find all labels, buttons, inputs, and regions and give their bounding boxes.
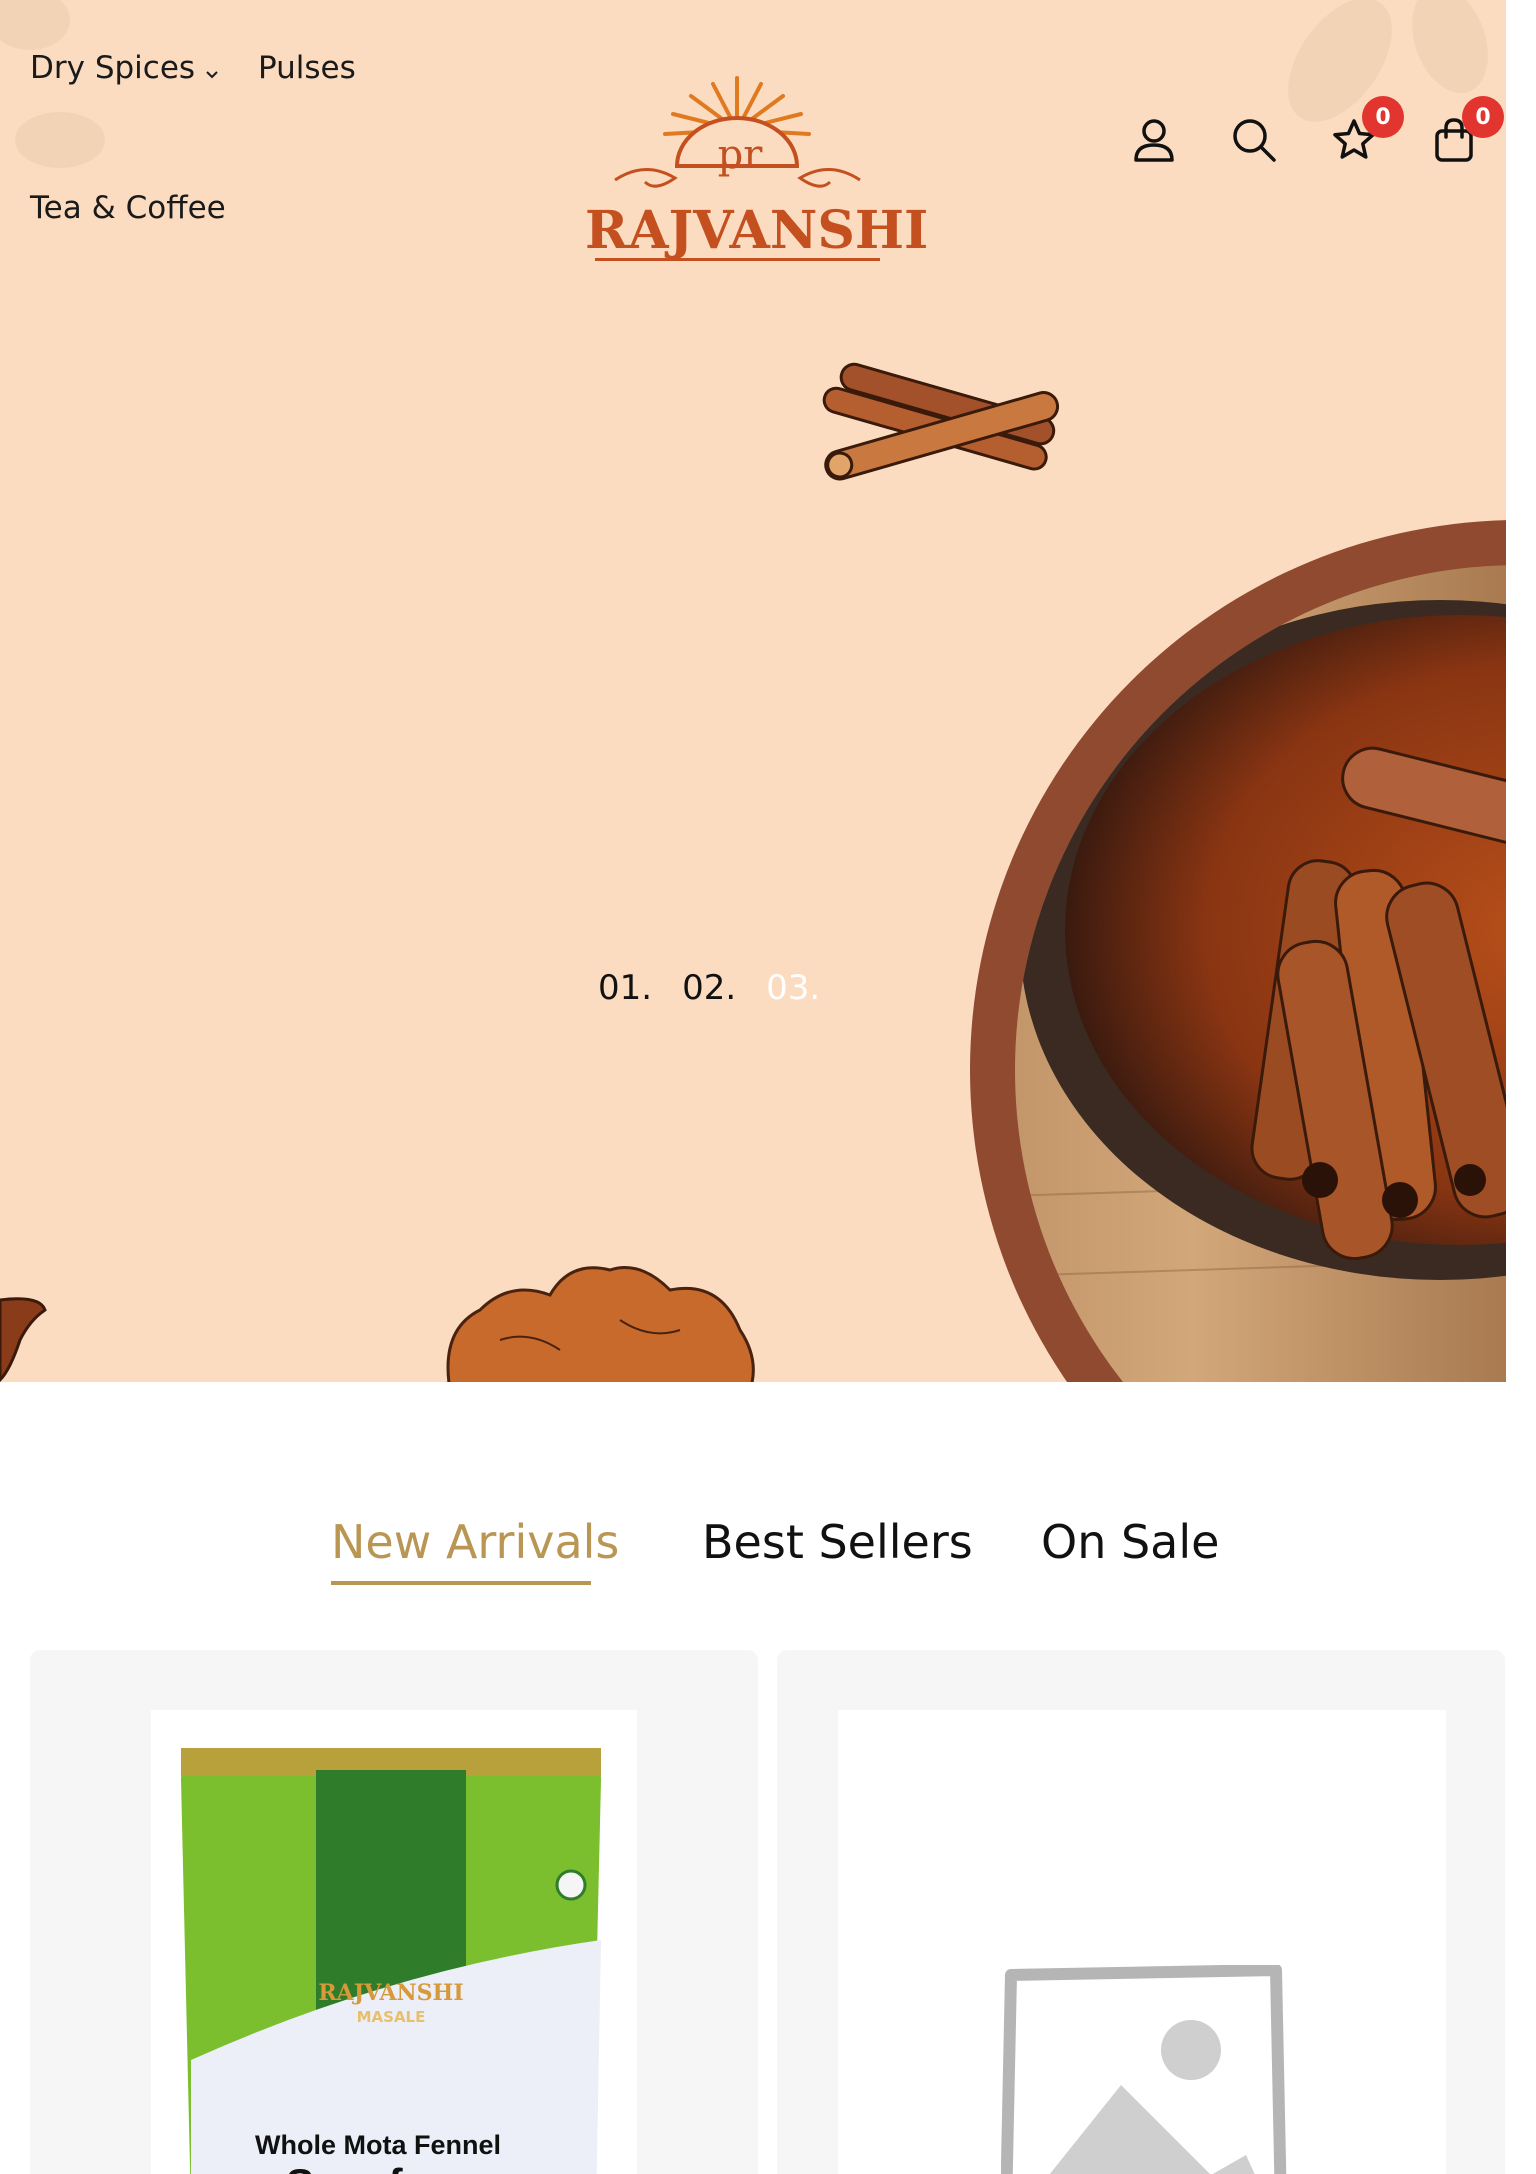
hero-slider-pagination: 01. 02. 03. — [598, 968, 820, 1008]
hero-cinnamon-bowl-image — [970, 520, 1506, 1382]
cart-count-badge: 0 — [1462, 96, 1504, 138]
site-logo[interactable]: pr RAJVANSHI — [585, 70, 929, 270]
product-image[interactable]: RAJVANSHI MASALE Whole Mota Fennel Snauf — [151, 1710, 637, 2174]
active-tab-underline — [331, 1581, 591, 1585]
product-card[interactable]: RAJVANSHI MASALE Whole Mota Fennel Snauf — [30, 1650, 758, 2174]
package-brand: RAJVANSHI — [318, 1980, 464, 2006]
slide-2-button[interactable]: 02. — [682, 968, 736, 1008]
ginger-root-illustration — [446, 1266, 755, 1382]
tab-best-sellers[interactable]: Best Sellers — [702, 1515, 973, 1569]
user-icon — [1134, 119, 1174, 162]
logo-initials: pr — [717, 132, 763, 178]
logo-underline — [595, 258, 880, 261]
package-subbrand: MASALE — [356, 2008, 426, 2026]
wishlist-count-badge: 0 — [1362, 96, 1404, 138]
search-button[interactable] — [1226, 112, 1282, 168]
nav-dry-spices[interactable]: Dry Spices — [30, 50, 219, 88]
package-title-line2: Snauf — [286, 2160, 403, 2174]
product-package-illustration — [181, 1748, 601, 2174]
slide-3-button[interactable]: 03. — [766, 968, 820, 1008]
tab-on-sale[interactable]: On Sale — [1041, 1515, 1219, 1569]
nav-dry-spices-label: Dry Spices — [30, 50, 196, 86]
nav-tea-coffee[interactable]: Tea & Coffee — [30, 190, 226, 226]
logo-wordmark: RAJVANSHI — [585, 200, 929, 261]
hero-section: Dry Spices Pulses Tea & Coffee pr RAJVAN… — [0, 0, 1506, 1382]
tab-new-arrivals[interactable]: New Arrivals — [331, 1515, 619, 1569]
placeholder-image-icon — [1001, 1965, 1287, 2174]
product-card[interactable] — [777, 1650, 1505, 2174]
nav-pulses[interactable]: Pulses — [258, 50, 356, 86]
search-icon — [1233, 119, 1276, 162]
chevron-down-icon — [205, 52, 219, 88]
star-anise-illustration — [0, 1297, 47, 1382]
product-tabs: New Arrivals Best Sellers On Sale — [0, 1515, 1536, 1595]
package-title-line1: Whole Mota Fennel — [255, 2130, 501, 2160]
account-button[interactable] — [1126, 112, 1182, 168]
product-image[interactable] — [838, 1710, 1446, 2174]
slide-1-button[interactable]: 01. — [598, 968, 652, 1008]
